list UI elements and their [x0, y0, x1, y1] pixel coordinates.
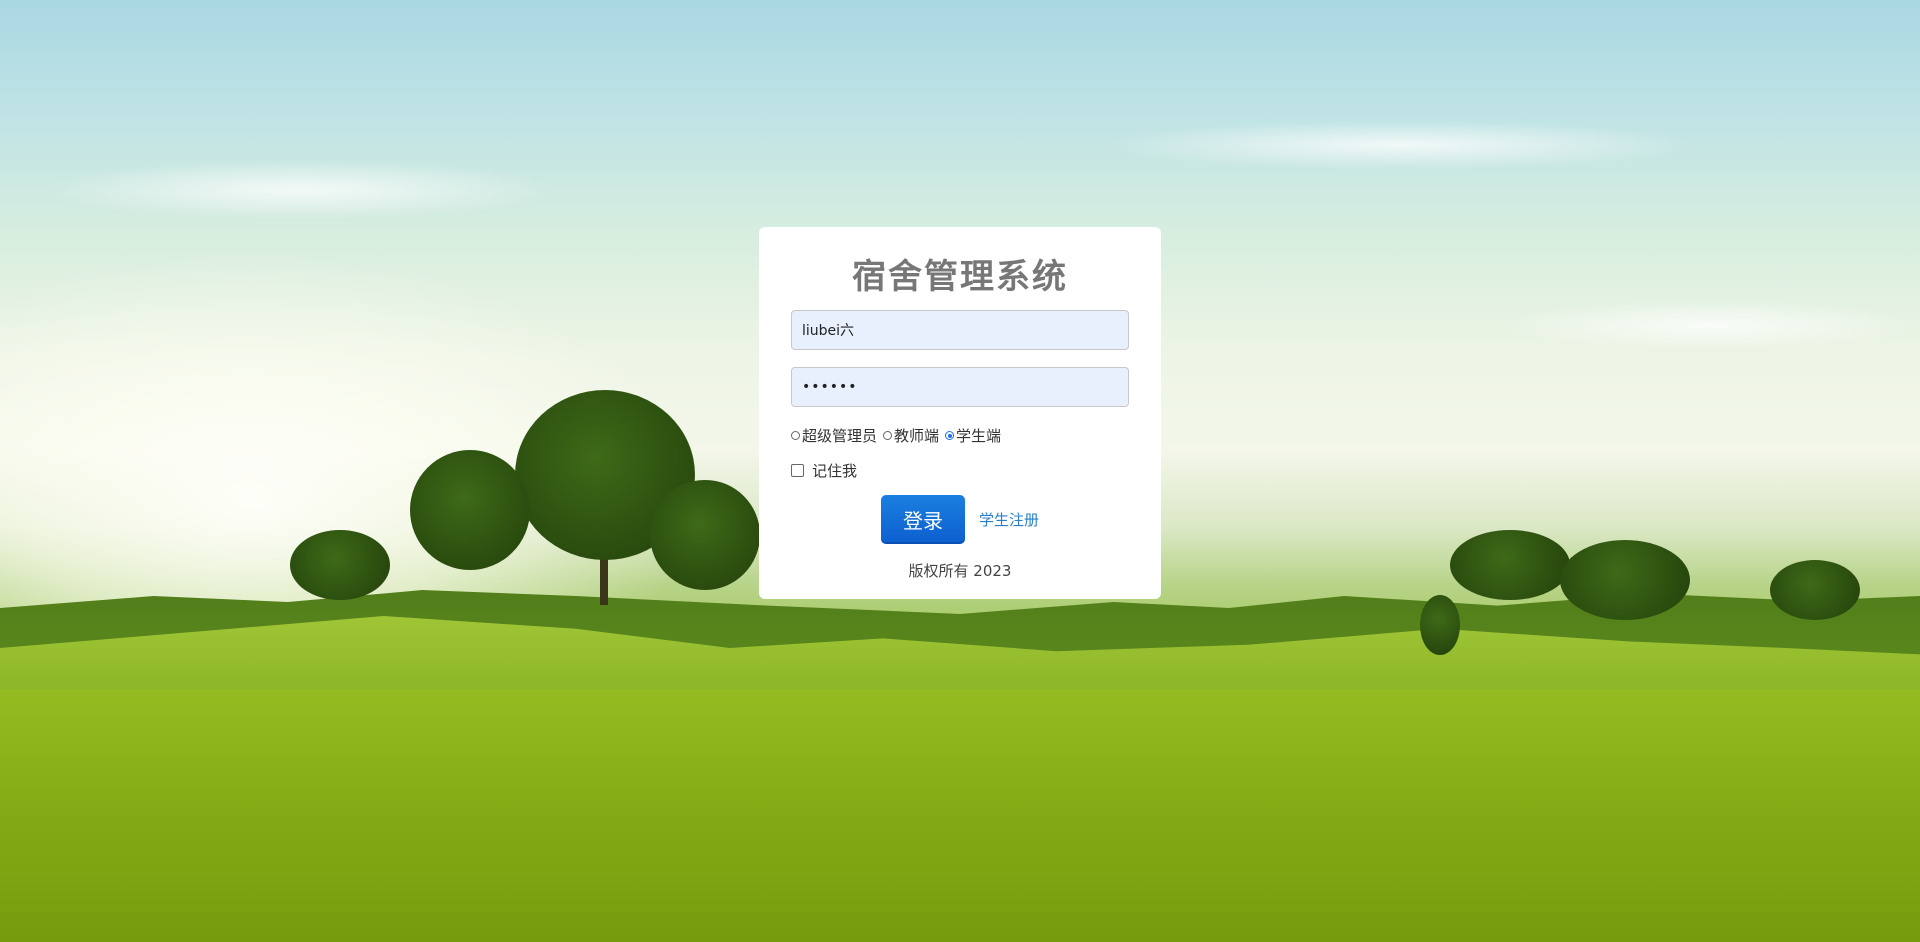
remember-me[interactable]: 记住我 — [791, 460, 1129, 481]
tree — [650, 480, 760, 590]
role-option-student[interactable]: 学生端 — [945, 425, 1001, 446]
username-input[interactable] — [791, 310, 1129, 351]
tree — [410, 450, 530, 570]
radio-button[interactable] — [791, 431, 800, 441]
login-card: 宿舍管理系统 超级管理员 教师端 学生端 记住我 登录 学生注册 版权所有 20… — [759, 227, 1161, 599]
role-label: 教师端 — [894, 427, 940, 446]
student-register-link[interactable]: 学生注册 — [979, 509, 1039, 530]
cloud — [1100, 120, 1700, 170]
role-option-super-admin[interactable]: 超级管理员 — [791, 425, 877, 446]
page-title: 宿舍管理系统 — [852, 257, 1068, 297]
background-lawn — [0, 690, 1920, 942]
tree — [1560, 540, 1690, 620]
remember-me-label: 记住我 — [812, 462, 858, 481]
remember-me-checkbox[interactable] — [791, 464, 804, 478]
login-button[interactable]: 登录 — [880, 495, 965, 545]
tree — [1450, 530, 1570, 600]
role-radio-group: 超级管理员 教师端 学生端 — [791, 425, 1129, 446]
login-actions: 登录 学生注册 — [791, 495, 1129, 545]
role-option-teacher[interactable]: 教师端 — [883, 425, 939, 446]
tree — [1420, 595, 1460, 655]
password-input[interactable] — [791, 367, 1129, 408]
cloud — [1500, 300, 1920, 350]
radio-button-selected[interactable] — [945, 431, 955, 441]
role-label: 学生端 — [956, 427, 1002, 446]
tree — [290, 530, 390, 600]
cloud — [40, 160, 560, 220]
role-label: 超级管理员 — [802, 427, 878, 446]
tree — [1770, 560, 1860, 620]
copyright-text: 版权所有 2023 — [908, 562, 1012, 581]
radio-button[interactable] — [883, 431, 893, 441]
